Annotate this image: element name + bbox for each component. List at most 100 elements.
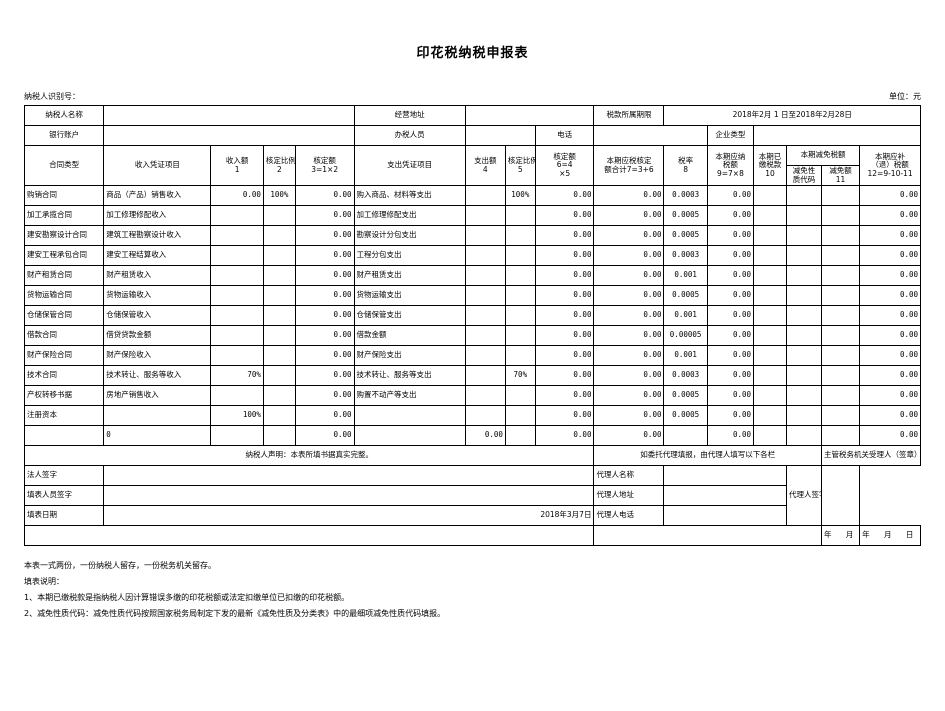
business-address-value[interactable] bbox=[464, 105, 595, 126]
cell-tax-paid[interactable] bbox=[753, 205, 788, 226]
cell-expense-item[interactable]: 工程分包支出 bbox=[353, 245, 466, 266]
cell-income-assessed[interactable]: 0.00 bbox=[294, 185, 355, 206]
cell-tax-due[interactable]: 0.00 bbox=[859, 405, 921, 426]
cell-income-assessed[interactable]: 0.00 bbox=[294, 205, 355, 226]
cell-expense-assessed[interactable]: 0.00 bbox=[534, 285, 595, 306]
cell-taxable-total[interactable]: 0.00 bbox=[593, 425, 665, 446]
fill-date-value[interactable]: 2018年3月7日 bbox=[103, 505, 595, 526]
cell-tax-rate[interactable]: 0.0003 bbox=[663, 185, 708, 206]
cell-income-amount[interactable] bbox=[210, 305, 264, 326]
cell-contract-type[interactable]: 购销合同 bbox=[23, 185, 105, 206]
cell-expense-assessed[interactable]: 0.00 bbox=[534, 205, 595, 226]
cell-tax-due[interactable]: 0.00 bbox=[859, 345, 921, 366]
cell-tax-rate[interactable]: 0.00005 bbox=[663, 325, 708, 346]
tax-officer-value[interactable] bbox=[464, 125, 536, 146]
cell-taxable-total[interactable]: 0.00 bbox=[593, 225, 665, 246]
cell-expense-amount[interactable] bbox=[464, 405, 506, 426]
cell-income-item[interactable]: 财产租赁收入 bbox=[103, 265, 212, 286]
tax-period-value[interactable]: 2018年2月 1 日至2018年2月28日 bbox=[663, 105, 921, 126]
legal-person-sign-value[interactable] bbox=[103, 465, 595, 486]
cell-expense-assessed[interactable]: 0.00 bbox=[534, 185, 595, 206]
cell-income-ratio[interactable] bbox=[262, 205, 296, 226]
cell-income-amount[interactable]: 70% bbox=[210, 365, 264, 386]
cell-contract-type[interactable]: 注册资本 bbox=[23, 405, 105, 426]
cell-expense-ratio[interactable] bbox=[504, 425, 536, 446]
cell-taxable-total[interactable]: 0.00 bbox=[593, 405, 665, 426]
cell-reduction-amount[interactable] bbox=[821, 365, 861, 386]
cell-expense-amount[interactable] bbox=[464, 245, 506, 266]
cell-reduction-code[interactable] bbox=[786, 345, 823, 366]
cell-income-amount[interactable] bbox=[210, 285, 264, 306]
cell-expense-assessed[interactable]: 0.00 bbox=[534, 305, 595, 326]
cell-expense-amount[interactable] bbox=[464, 305, 506, 326]
cell-tax-due[interactable]: 0.00 bbox=[859, 185, 921, 206]
cell-tax-paid[interactable] bbox=[753, 385, 788, 406]
cell-expense-item[interactable]: 借款金额 bbox=[353, 325, 466, 346]
cell-reduction-amount[interactable] bbox=[821, 345, 861, 366]
cell-income-ratio[interactable] bbox=[262, 245, 296, 266]
cell-taxable-total[interactable]: 0.00 bbox=[593, 205, 665, 226]
cell-tax-paid[interactable] bbox=[753, 265, 788, 286]
cell-tax-paid[interactable] bbox=[753, 425, 788, 446]
cell-income-amount[interactable] bbox=[210, 245, 264, 266]
cell-reduction-amount[interactable] bbox=[821, 265, 861, 286]
bank-account-value[interactable] bbox=[103, 125, 355, 146]
cell-tax-due[interactable]: 0.00 bbox=[859, 265, 921, 286]
cell-income-item[interactable]: 财产保险收入 bbox=[103, 345, 212, 366]
cell-tax-due[interactable]: 0.00 bbox=[859, 325, 921, 346]
cell-expense-ratio[interactable] bbox=[504, 205, 536, 226]
cell-taxable-total[interactable]: 0.00 bbox=[593, 305, 665, 326]
cell-expense-ratio[interactable] bbox=[504, 225, 536, 246]
cell-income-item[interactable]: 0 bbox=[103, 425, 212, 446]
cell-expense-amount[interactable] bbox=[464, 345, 506, 366]
cell-income-item[interactable] bbox=[103, 405, 212, 426]
cell-income-item[interactable]: 仓储保管收入 bbox=[103, 305, 212, 326]
cell-tax-due[interactable]: 0.00 bbox=[859, 205, 921, 226]
cell-expense-assessed[interactable]: 0.00 bbox=[534, 345, 595, 366]
cell-income-assessed[interactable]: 0.00 bbox=[294, 325, 355, 346]
cell-tax-rate[interactable]: 0.001 bbox=[663, 305, 708, 326]
cell-tax-payable[interactable]: 0.00 bbox=[706, 305, 755, 326]
cell-reduction-amount[interactable] bbox=[821, 185, 861, 206]
cell-income-amount[interactable] bbox=[210, 265, 264, 286]
cell-expense-item[interactable]: 仓储保管支出 bbox=[353, 305, 466, 326]
cell-contract-type[interactable]: 仓储保管合同 bbox=[23, 305, 105, 326]
cell-income-amount[interactable] bbox=[210, 425, 264, 446]
cell-income-amount[interactable]: 0.00 bbox=[210, 185, 264, 206]
cell-income-amount[interactable] bbox=[210, 385, 264, 406]
cell-income-amount[interactable] bbox=[210, 205, 264, 226]
cell-contract-type[interactable]: 加工承揽合同 bbox=[23, 205, 105, 226]
cell-contract-type[interactable]: 技术合同 bbox=[23, 365, 105, 386]
cell-expense-item[interactable] bbox=[353, 425, 466, 446]
enterprise-type-value[interactable] bbox=[753, 125, 921, 146]
cell-tax-rate[interactable]: 0.0003 bbox=[663, 365, 708, 386]
cell-income-assessed[interactable]: 0.00 bbox=[294, 405, 355, 426]
cell-tax-due[interactable]: 0.00 bbox=[859, 385, 921, 406]
cell-tax-due[interactable]: 0.00 bbox=[859, 245, 921, 266]
cell-expense-ratio[interactable] bbox=[504, 385, 536, 406]
cell-tax-due[interactable]: 0.00 bbox=[859, 285, 921, 306]
cell-tax-payable[interactable]: 0.00 bbox=[706, 325, 755, 346]
cell-taxable-total[interactable]: 0.00 bbox=[593, 285, 665, 306]
cell-expense-ratio[interactable] bbox=[504, 405, 536, 426]
cell-reduction-amount[interactable] bbox=[821, 205, 861, 226]
cell-tax-paid[interactable] bbox=[753, 305, 788, 326]
cell-expense-assessed[interactable]: 0.00 bbox=[534, 405, 595, 426]
cell-reduction-code[interactable] bbox=[786, 405, 823, 426]
cell-expense-ratio[interactable]: 100% bbox=[504, 185, 536, 206]
cell-reduction-amount[interactable] bbox=[821, 305, 861, 326]
cell-expense-ratio[interactable] bbox=[504, 325, 536, 346]
cell-tax-payable[interactable]: 0.00 bbox=[706, 365, 755, 386]
cell-tax-payable[interactable]: 0.00 bbox=[706, 205, 755, 226]
cell-expense-item[interactable]: 购置不动产等支出 bbox=[353, 385, 466, 406]
cell-taxable-total[interactable]: 0.00 bbox=[593, 185, 665, 206]
preparer-sign-value[interactable] bbox=[103, 485, 595, 506]
cell-income-assessed[interactable]: 0.00 bbox=[294, 265, 355, 286]
cell-income-amount[interactable] bbox=[210, 345, 264, 366]
cell-tax-rate[interactable]: 0.0005 bbox=[663, 225, 708, 246]
cell-tax-paid[interactable] bbox=[753, 405, 788, 426]
cell-taxable-total[interactable]: 0.00 bbox=[593, 325, 665, 346]
cell-reduction-code[interactable] bbox=[786, 245, 823, 266]
cell-income-item[interactable]: 技术转让、服务等收入 bbox=[103, 365, 212, 386]
cell-tax-rate[interactable]: 0.0005 bbox=[663, 405, 708, 426]
